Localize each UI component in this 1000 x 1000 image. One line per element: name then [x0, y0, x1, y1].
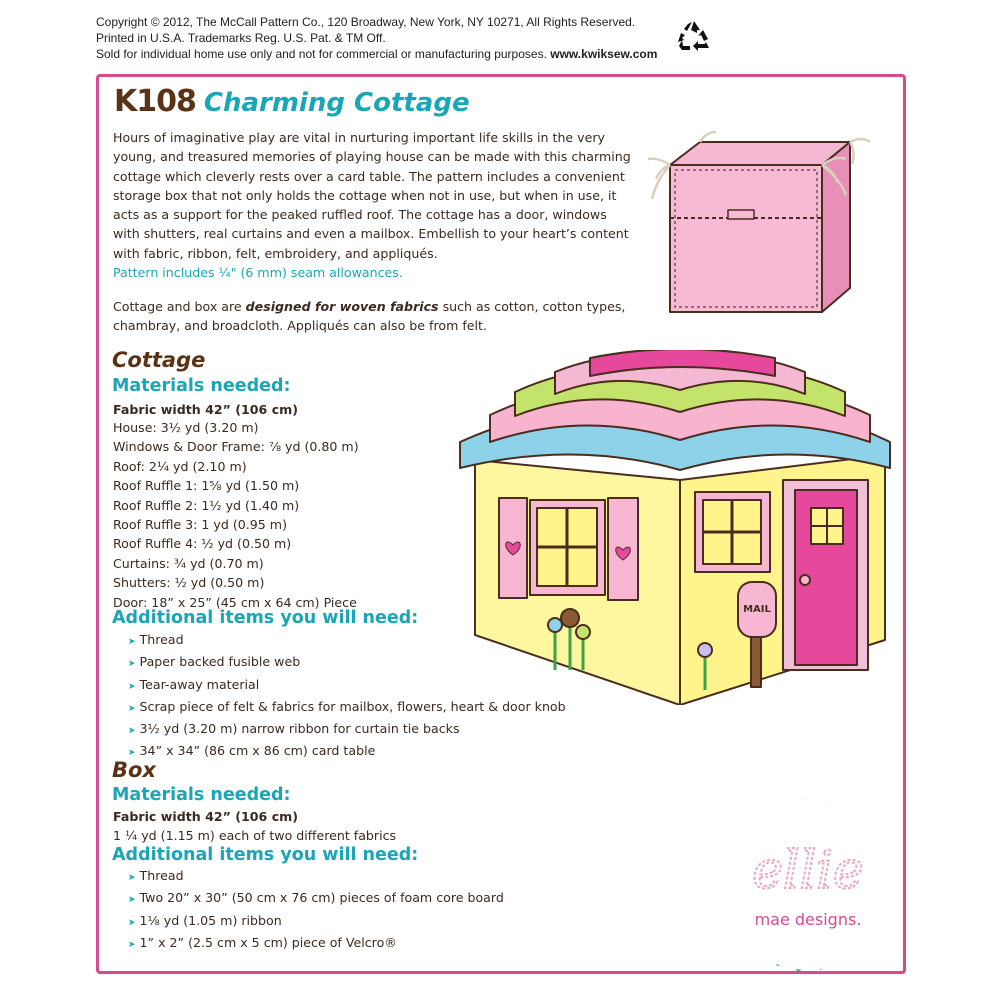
- arrow-bullet-icon: ➤: [128, 939, 136, 950]
- pattern-name: Charming Cottage: [203, 88, 470, 118]
- cottage-additional-heading: Additional items you will need:: [112, 608, 419, 628]
- recycle-icon: [678, 21, 709, 51]
- list-item: ➤ 34” x 34” (86 cm x 86 cm) card table: [128, 741, 566, 763]
- fabric-note-text: Cottage and box are: [113, 299, 246, 314]
- list-item: Roof Ruffle 2: 1½ yd (1.40 m): [113, 497, 300, 513]
- list-item: Roof: 2¼ yd (2.10 m): [113, 458, 247, 474]
- list-item-text: 1” x 2” (2.5 cm x 5 cm) piece of Velcro®: [139, 934, 397, 950]
- logo-script: ellie: [752, 841, 863, 901]
- ellie-mae-designs-logo: ellie mae designs.: [722, 798, 894, 972]
- list-item: Curtains: ¾ yd (0.70 m): [113, 555, 264, 571]
- list-item: ➤ Thread: [128, 866, 504, 888]
- list-item-text: Two 20” x 30” (50 cm x 76 cm) pieces of …: [139, 890, 504, 906]
- intro-line: Hours of imaginative play are vital in n…: [113, 130, 606, 145]
- storage-box-illustration: [647, 130, 871, 313]
- list-item: Roof Ruffle 1: 1⅝ yd (1.50 m): [113, 478, 300, 494]
- cottage-heading: Cottage: [112, 348, 206, 372]
- arrow-bullet-icon: ➤: [128, 637, 136, 647]
- box-additional-list: ➤ Thread ➤ Two 20” x 30” (50 cm x 76 cm) p…: [128, 866, 504, 955]
- arrow-bullet-icon: ➤: [128, 726, 136, 737]
- list-item: Roof Ruffle 3: 1 yd (0.95 m): [113, 517, 287, 533]
- list-item: Roof Ruffle 4: ½ yd (0.50 m): [113, 536, 292, 552]
- intro-line: with shutters, real curtains and even a …: [113, 226, 629, 242]
- intro-line: with fabric, ribbon, felt, embroidery, a…: [113, 245, 438, 261]
- list-item-text: 34” x 34” (86 cm x 86 cm) card table: [139, 743, 376, 759]
- cottage-materials-list: House: 3½ yd (3.20 m) Windows & Door Fra…: [113, 418, 359, 612]
- copyright-line-3-text: Sold for individual home use only and no…: [96, 47, 547, 61]
- list-item: ➤ Two 20” x 30” (50 cm x 76 cm) pieces of…: [128, 888, 504, 910]
- fabric-note: Cottage and box are designed for woven f…: [113, 297, 633, 336]
- fabric-note-line-2: chambray, and broadcloth. Appliqués can …: [113, 318, 487, 334]
- fabric-note-text: such as cotton, cotton types,: [438, 299, 626, 314]
- list-item-text: 3½ yd (3.20 m) narrow ribbon for curtain…: [139, 721, 460, 737]
- list-item-text: Thread: [139, 632, 184, 647]
- intro-paragraph: Hours of imaginative play are vital in n…: [113, 128, 643, 282]
- list-item: Shutters: ½ yd (0.50 m): [113, 575, 265, 591]
- logo-tagline: mae designs.: [755, 910, 862, 929]
- list-item-text: 1⅛ yd (1.05 m) ribbon: [139, 912, 282, 928]
- arrow-bullet-icon: ➤: [128, 895, 136, 906]
- copyright-block: Copyright © 2012, The McCall Pattern Co.…: [96, 14, 696, 62]
- arrow-bullet-icon: ➤: [128, 659, 136, 670]
- box-heading: Box: [112, 758, 156, 782]
- list-item: ➤ 3½ yd (3.20 m) narrow ribbon for curtai…: [128, 719, 566, 741]
- arrow-bullet-icon: ➤: [128, 681, 136, 692]
- arrow-bullet-icon: ➤: [128, 703, 136, 714]
- arrow-bullet-icon: ➤: [128, 917, 136, 928]
- intro-line: acts as a support for the peaked ruffled…: [113, 207, 607, 223]
- seam-allowance-note: Pattern includes ¼" (6 mm) seam allowanc…: [113, 265, 403, 281]
- list-item-text: Tear-away material: [139, 676, 260, 692]
- mailbox-label: MAIL: [743, 604, 771, 615]
- pattern-title: K108 Charming Cottage: [114, 84, 470, 119]
- box-materials-heading: Materials needed:: [112, 785, 291, 805]
- intro-line: cottage which cleverly rests over a card…: [113, 168, 625, 184]
- pattern-code: K108: [114, 84, 197, 119]
- intro-line: young, and treasured memories of playing…: [113, 149, 631, 165]
- list-item: House: 3½ yd (3.20 m): [113, 420, 259, 435]
- cottage-materials-heading: Materials needed:: [112, 376, 291, 396]
- copyright-line-3: Sold for individual home use only and no…: [96, 46, 696, 62]
- fabric-note-emphasis: designed for woven fabrics: [245, 299, 439, 314]
- list-item: ➤ 1” x 2” (2.5 cm x 5 cm) piece of Velcro…: [128, 933, 504, 955]
- copyright-line-2: Printed in U.S.A. Trademarks Reg. U.S. P…: [96, 31, 386, 45]
- list-item: Windows & Door Frame: ⅞ yd (0.80 m): [113, 439, 359, 455]
- list-item: ➤ 1⅛ yd (1.05 m) ribbon: [128, 911, 504, 933]
- box-fabric-width: Fabric width 42” (106 cm): [113, 809, 299, 824]
- list-item-text: Thread: [139, 868, 184, 883]
- cottage-fabric-width: Fabric width 42” (106 cm): [113, 402, 299, 417]
- box-additional-heading: Additional items you will need:: [112, 845, 419, 865]
- copyright-line-1: Copyright © 2012, The McCall Pattern Co.…: [96, 15, 636, 29]
- cottage-illustration: MAIL: [459, 350, 891, 705]
- box-material-item: 1 ¼ yd (1.15 m) each of two different fa…: [113, 828, 397, 843]
- website-link[interactable]: www.kwiksew.com: [550, 47, 657, 61]
- arrow-bullet-icon: ➤: [128, 873, 136, 883]
- intro-line: storage box that not only holds the cott…: [113, 187, 617, 203]
- list-item-text: Paper backed fusible web: [139, 654, 301, 670]
- fabric-note-line-1: Cottage and box are designed for woven f…: [113, 297, 633, 316]
